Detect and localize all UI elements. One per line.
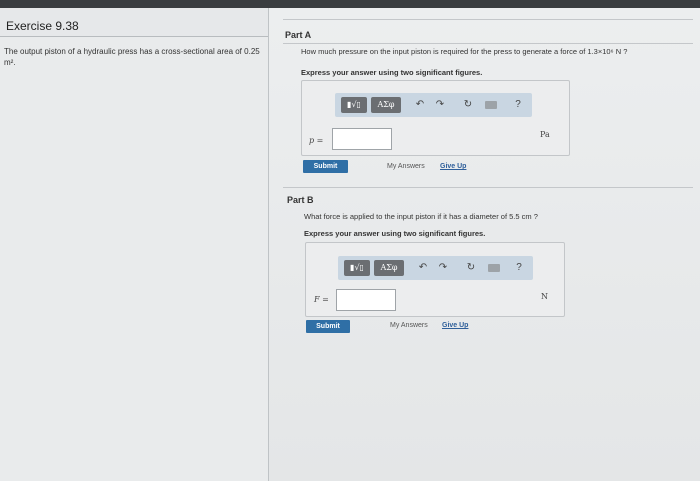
- part-b-title[interactable]: Part B: [287, 195, 314, 205]
- part-a-unit: Pa: [540, 130, 550, 139]
- part-a-question-text: How much pressure on the input piston is…: [301, 47, 588, 56]
- part-a-question-end: ?: [621, 47, 628, 56]
- problem-text: The output piston of a hydraulic press h…: [4, 47, 245, 56]
- part-a-title-rule: [283, 43, 693, 44]
- part-b-my-answers-link[interactable]: My Answers: [390, 322, 428, 329]
- problem-pane: [0, 37, 268, 481]
- problem-statement: The output piston of a hydraulic press h…: [4, 46, 262, 68]
- part-b-question: What force is applied to the input pisto…: [304, 212, 538, 221]
- part-a-instruction: Express your answer using two significan…: [301, 68, 483, 77]
- part-a-submit-button[interactable]: Submit: [303, 160, 348, 173]
- part-b-question-text: What force is applied to the input pisto…: [304, 212, 510, 221]
- part-a-question: How much pressure on the input piston is…: [301, 47, 627, 56]
- part-b-top-rule: [283, 187, 693, 188]
- reset-icon[interactable]: ↻: [461, 97, 475, 113]
- part-b-question-end: ?: [531, 212, 538, 221]
- keyboard-icon[interactable]: [488, 264, 500, 272]
- templates-button[interactable]: ▮√▯: [341, 97, 367, 113]
- symbols-button[interactable]: ΑΣφ: [371, 97, 401, 113]
- undo-icon[interactable]: ↶: [413, 97, 427, 113]
- part-a-force-value: 1.3×10⁶ N: [587, 47, 622, 56]
- part-b-answer-input[interactable]: [336, 289, 396, 311]
- part-a-top-rule: [283, 19, 693, 20]
- undo-icon[interactable]: ↶: [416, 260, 430, 276]
- keyboard-icon[interactable]: [485, 101, 497, 109]
- part-b-answer-box: ▮√▯ ΑΣφ ↶ ↷ ↻ ? F = N: [305, 242, 565, 317]
- part-b-diameter-value: 5.5 cm: [509, 212, 532, 221]
- part-a-answer-input[interactable]: [332, 128, 392, 150]
- exercise-title: Exercise 9.38: [6, 19, 79, 33]
- part-a-title[interactable]: Part A: [285, 30, 311, 40]
- problem-text-end: .: [13, 58, 16, 67]
- help-button[interactable]: ?: [512, 260, 526, 276]
- part-a-answer-box: ▮√▯ ΑΣφ ↶ ↷ ↻ ? p = Pa: [301, 80, 570, 156]
- redo-icon[interactable]: ↷: [433, 97, 447, 113]
- reset-icon[interactable]: ↻: [464, 260, 478, 276]
- redo-icon[interactable]: ↷: [436, 260, 450, 276]
- part-b-give-up-link[interactable]: Give Up: [442, 322, 468, 329]
- part-b-submit-button[interactable]: Submit: [306, 320, 350, 333]
- symbols-button[interactable]: ΑΣφ: [374, 260, 404, 276]
- part-a-give-up-link[interactable]: Give Up: [440, 163, 466, 170]
- window-top-bar: [0, 0, 700, 8]
- part-b-instruction: Express your answer using two significan…: [304, 229, 486, 238]
- help-button[interactable]: ?: [511, 97, 525, 113]
- part-b-equation-toolbar: ▮√▯ ΑΣφ ↶ ↷ ↻ ?: [338, 256, 533, 280]
- part-b-variable-label: F =: [314, 295, 329, 304]
- part-a-equation-toolbar: ▮√▯ ΑΣφ ↶ ↷ ↻ ?: [335, 93, 532, 117]
- part-a-variable-label: p =: [309, 136, 324, 145]
- part-b-unit: N: [541, 292, 548, 301]
- templates-button[interactable]: ▮√▯: [344, 260, 370, 276]
- part-a-my-answers-link[interactable]: My Answers: [387, 163, 425, 170]
